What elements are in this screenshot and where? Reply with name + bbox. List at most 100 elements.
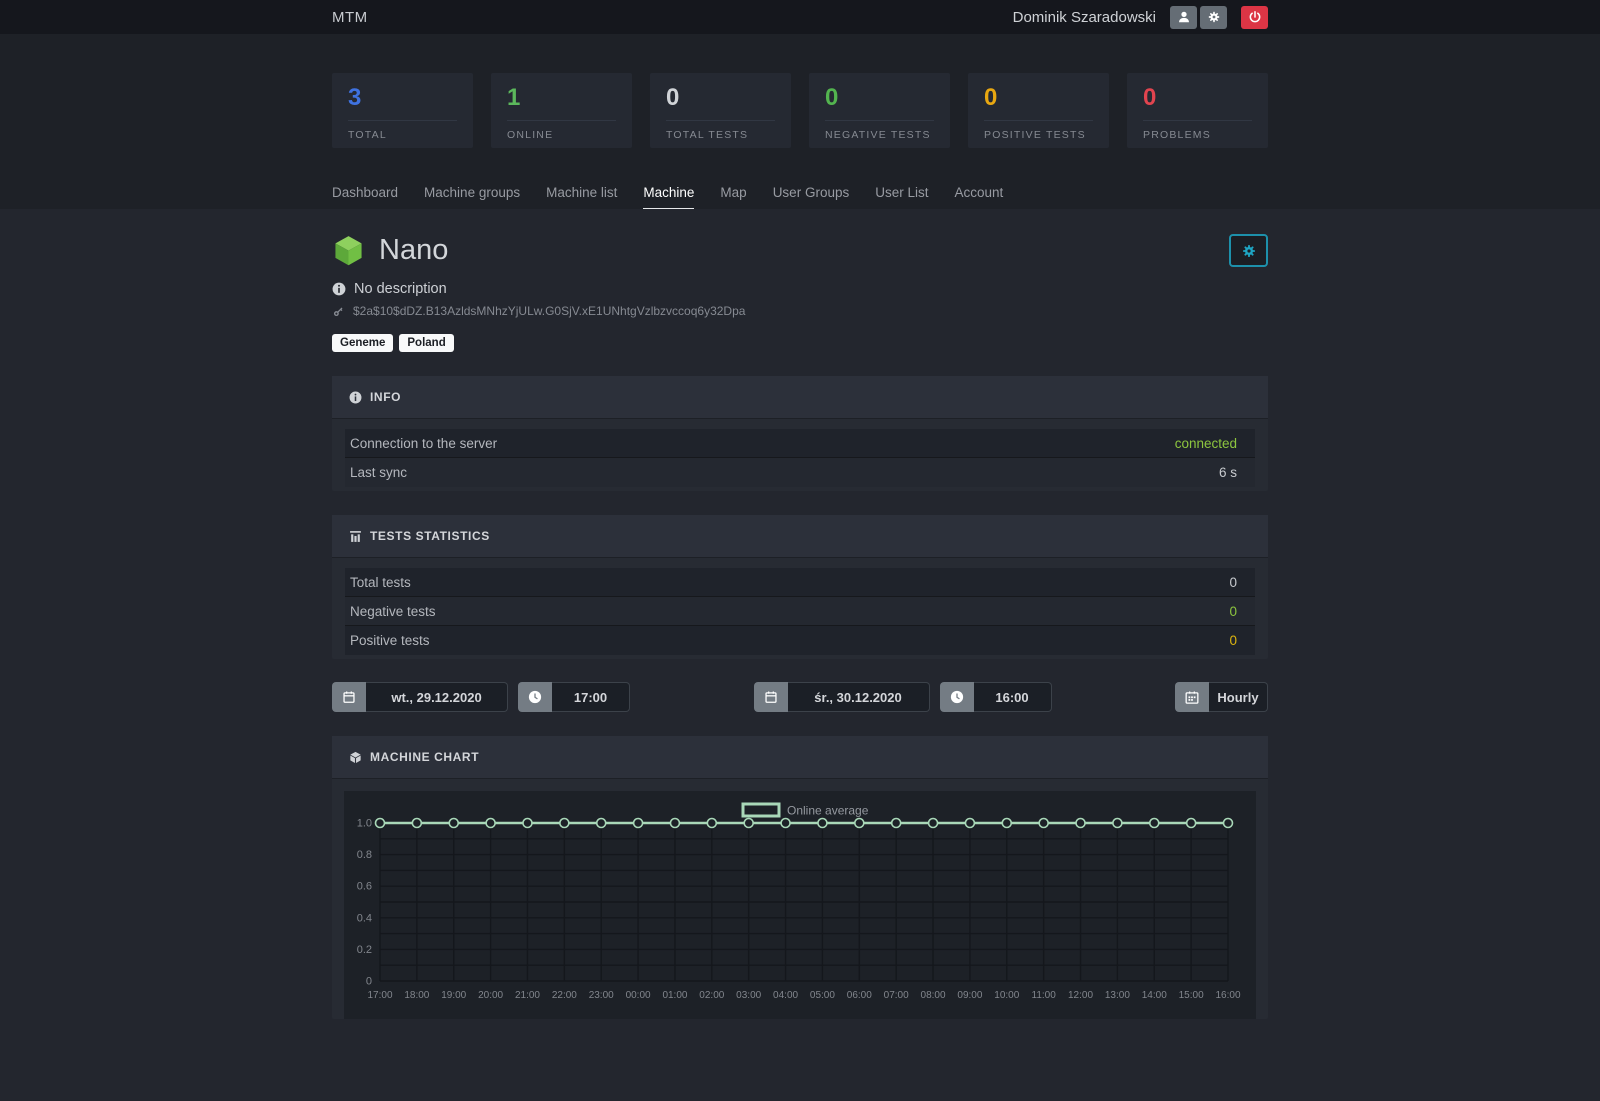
- svg-text:11:00: 11:00: [1032, 990, 1057, 1001]
- svg-text:Online average: Online average: [787, 804, 869, 818]
- tab-account[interactable]: Account: [954, 185, 1003, 209]
- svg-text:05:00: 05:00: [810, 990, 835, 1001]
- date-range-filters: wt., 29.12.2020 17:00 śr., 30.12.2020: [332, 682, 1268, 712]
- svg-text:0.8: 0.8: [357, 849, 372, 861]
- tests-panel-header: TESTS STATISTICS: [332, 515, 1268, 558]
- tab-user-list[interactable]: User List: [875, 185, 928, 209]
- stat-value: 0: [984, 83, 1093, 113]
- svg-text:14:00: 14:00: [1142, 990, 1167, 1001]
- machine-header: Nano: [332, 234, 1268, 267]
- tab-map[interactable]: Map: [720, 185, 746, 209]
- logout-button[interactable]: [1241, 6, 1268, 29]
- end-date-picker[interactable]: śr., 30.12.2020: [754, 682, 930, 712]
- svg-text:0.2: 0.2: [357, 944, 372, 956]
- positive-tests-value: 0: [1229, 633, 1237, 648]
- svg-text:18:00: 18:00: [404, 990, 429, 1001]
- stat-card-positive-tests: 0 POSITIVE TESTS: [968, 73, 1109, 148]
- stats-cards: 3 TOTAL 1 ONLINE 0 TOTAL TESTS 0 NEGATIV…: [332, 73, 1268, 148]
- clock-icon: [518, 682, 552, 712]
- end-date-value[interactable]: śr., 30.12.2020: [788, 682, 930, 712]
- svg-text:19:00: 19:00: [441, 990, 466, 1001]
- svg-text:15:00: 15:00: [1179, 990, 1204, 1001]
- table-row: Total tests 0: [345, 568, 1255, 597]
- top-navbar: MTM Dominik Szaradowski: [0, 0, 1600, 34]
- stat-label: TOTAL TESTS: [666, 120, 775, 141]
- user-button[interactable]: [1170, 6, 1197, 29]
- machine-name: Nano: [379, 234, 1229, 267]
- tab-machine[interactable]: Machine: [643, 185, 694, 209]
- interval-selector[interactable]: Hourly: [1175, 682, 1268, 712]
- table-row: Last sync 6 s: [345, 458, 1255, 487]
- settings-nav-button[interactable]: [1200, 6, 1227, 29]
- info-panel-header: INFO: [332, 376, 1268, 419]
- machine-description-row: No description: [332, 281, 1268, 297]
- info-panel: INFO Connection to the server connected …: [332, 376, 1268, 491]
- calendar-alt-icon: [1175, 682, 1209, 712]
- stat-card-total: 3 TOTAL: [332, 73, 473, 148]
- end-time-value[interactable]: 16:00: [974, 682, 1052, 712]
- main-nav-tabs: Dashboard Machine groups Machine list Ma…: [332, 185, 1268, 209]
- machine-chart: 00.20.40.60.81.017:0018:0019:0020:0021:0…: [344, 791, 1256, 1019]
- connection-status: connected: [1175, 436, 1237, 451]
- calendar-icon: [754, 682, 788, 712]
- stats-band: 3 TOTAL 1 ONLINE 0 TOTAL TESTS 0 NEGATIV…: [0, 34, 1600, 209]
- start-date-value[interactable]: wt., 29.12.2020: [366, 682, 508, 712]
- svg-text:07:00: 07:00: [884, 990, 909, 1001]
- row-label: Last sync: [350, 465, 407, 480]
- machine-chart-panel: MACHINE CHART 00.20.40.60.81.017:0018:00…: [332, 736, 1268, 1019]
- start-date-picker[interactable]: wt., 29.12.2020: [332, 682, 508, 712]
- svg-text:04:00: 04:00: [773, 990, 798, 1001]
- svg-text:22:00: 22:00: [552, 990, 577, 1001]
- stat-card-online: 1 ONLINE: [491, 73, 632, 148]
- machine-key: $2a$10$dDZ.B13AzldsMNhzYjULw.G0SjV.xE1UN…: [353, 304, 745, 318]
- clock-icon: [940, 682, 974, 712]
- table-row: Positive tests 0: [345, 626, 1255, 655]
- table-row: Negative tests 0: [345, 597, 1255, 626]
- svg-text:21:00: 21:00: [515, 990, 540, 1001]
- svg-text:03:00: 03:00: [736, 990, 761, 1001]
- panel-title: INFO: [370, 390, 401, 404]
- panel-title: MACHINE CHART: [370, 750, 479, 764]
- svg-text:0: 0: [366, 976, 372, 988]
- stat-label: NEGATIVE TESTS: [825, 120, 934, 141]
- interval-value[interactable]: Hourly: [1209, 682, 1268, 712]
- stat-label: PROBLEMS: [1143, 120, 1252, 141]
- svg-text:12:00: 12:00: [1068, 990, 1093, 1001]
- machine-description: No description: [354, 281, 447, 297]
- cube-icon: [349, 751, 362, 764]
- svg-text:08:00: 08:00: [921, 990, 946, 1001]
- svg-text:0.6: 0.6: [357, 881, 372, 893]
- start-time-value[interactable]: 17:00: [552, 682, 630, 712]
- machine-settings-button[interactable]: [1229, 234, 1268, 267]
- stat-value: 0: [1143, 83, 1252, 113]
- navbar-right: Dominik Szaradowski: [1013, 6, 1268, 29]
- stat-value: 0: [825, 83, 934, 113]
- svg-text:17:00: 17:00: [367, 990, 392, 1001]
- stat-value: 0: [666, 83, 775, 113]
- svg-text:16:00: 16:00: [1215, 990, 1240, 1001]
- tab-user-groups[interactable]: User Groups: [773, 185, 850, 209]
- machine-chart-header: MACHINE CHART: [332, 736, 1268, 779]
- stat-label: ONLINE: [507, 120, 616, 141]
- tag-badge: Poland: [399, 334, 453, 352]
- svg-text:0.4: 0.4: [357, 912, 372, 924]
- stat-label: TOTAL: [348, 120, 457, 141]
- logged-in-user: Dominik Szaradowski: [1013, 9, 1156, 26]
- end-time-picker[interactable]: 16:00: [940, 682, 1052, 712]
- stat-card-problems: 0 PROBLEMS: [1127, 73, 1268, 148]
- key-icon: [332, 305, 345, 318]
- power-icon: [1248, 10, 1262, 24]
- start-time-picker[interactable]: 17:00: [518, 682, 630, 712]
- svg-text:09:00: 09:00: [957, 990, 982, 1001]
- tab-dashboard[interactable]: Dashboard: [332, 185, 398, 209]
- table-row: Connection to the server connected: [345, 429, 1255, 458]
- stat-value: 1: [507, 83, 616, 113]
- tab-machine-groups[interactable]: Machine groups: [424, 185, 520, 209]
- gear-icon: [1207, 10, 1221, 24]
- online-average-line-chart: 00.20.40.60.81.017:0018:0019:0020:0021:0…: [344, 791, 1252, 1019]
- svg-text:01:00: 01:00: [662, 990, 687, 1001]
- tab-machine-list[interactable]: Machine list: [546, 185, 617, 209]
- bar-chart-icon: [349, 530, 362, 543]
- svg-text:02:00: 02:00: [699, 990, 724, 1001]
- cube-icon: [332, 234, 365, 267]
